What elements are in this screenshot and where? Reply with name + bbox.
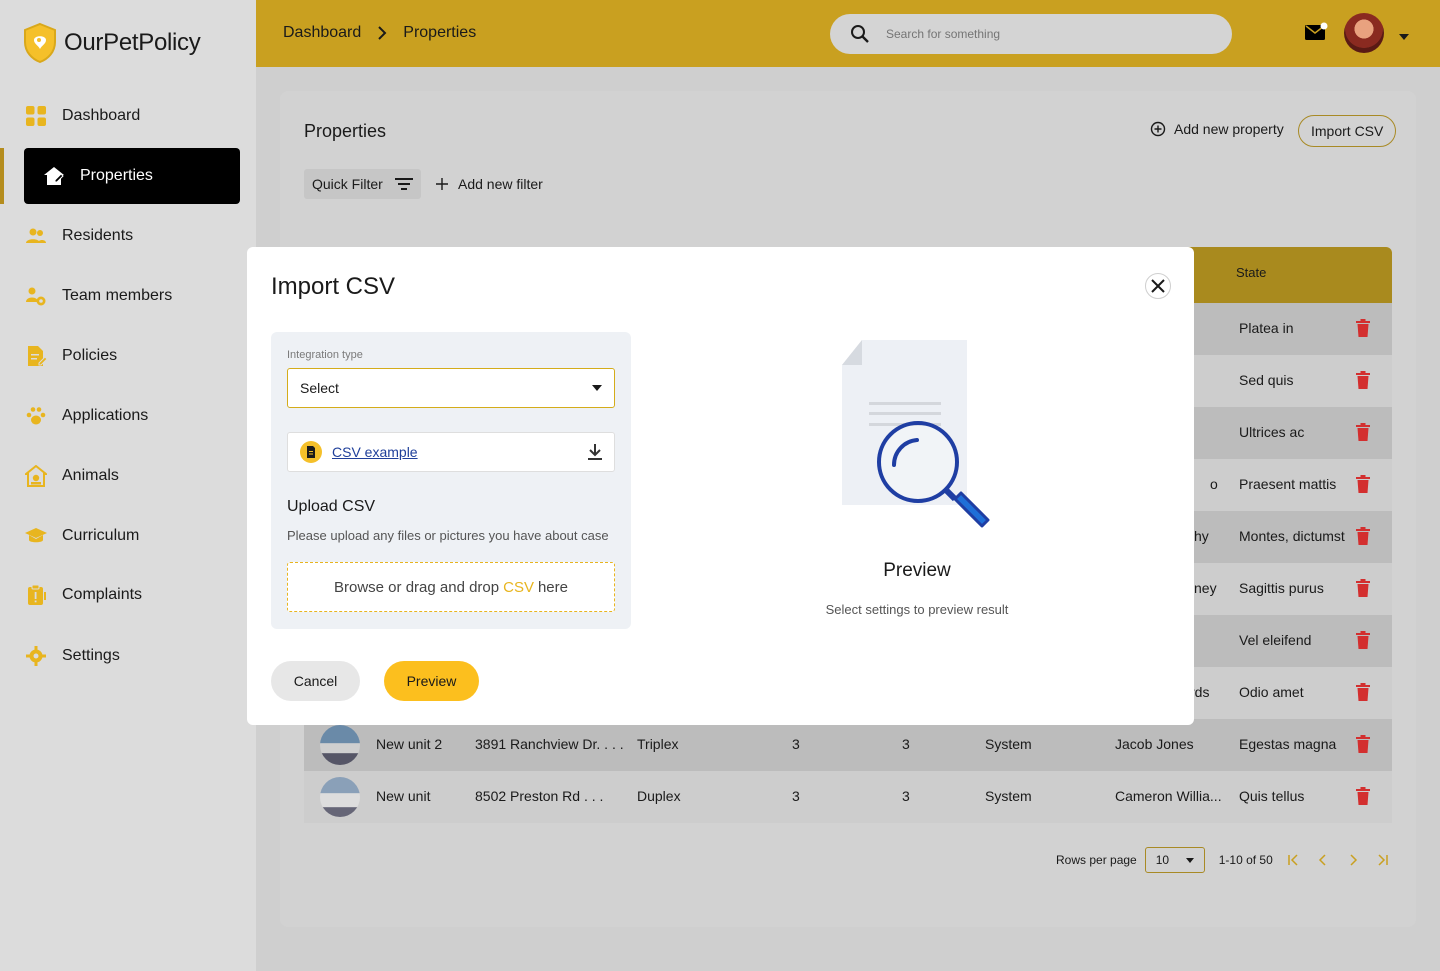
dropzone-text: Browse or drag and drop bbox=[334, 578, 500, 596]
preview-description: Select settings to preview result bbox=[825, 602, 1009, 617]
upload-csv-title: Upload CSV bbox=[287, 498, 376, 515]
document-search-illustration-icon bbox=[842, 340, 990, 528]
upload-csv-description: Please upload any files or pictures you … bbox=[287, 528, 609, 543]
integration-type-value: Select bbox=[300, 380, 339, 396]
download-icon[interactable] bbox=[588, 444, 602, 460]
import-settings-panel: Integration type Select CSV example Uplo… bbox=[271, 332, 631, 629]
dialog-title: Import CSV bbox=[271, 273, 396, 300]
csv-dropzone[interactable]: Browse or drag and drop CSV here bbox=[287, 562, 615, 612]
dropzone-text-suffix: here bbox=[537, 578, 568, 596]
file-icon bbox=[300, 441, 322, 463]
csv-example-row: CSV example bbox=[287, 432, 615, 472]
close-icon bbox=[1151, 279, 1165, 293]
import-csv-dialog: Import CSV Integration type Select CSV e… bbox=[247, 247, 1194, 725]
dropzone-csv-highlight: CSV bbox=[503, 578, 534, 596]
cancel-button[interactable]: Cancel bbox=[271, 661, 360, 701]
close-button[interactable] bbox=[1145, 273, 1171, 299]
csv-example-link[interactable]: CSV example bbox=[332, 444, 418, 460]
integration-type-select[interactable]: Select bbox=[287, 368, 615, 408]
preview-button[interactable]: Preview bbox=[384, 661, 479, 701]
integration-type-label: Integration type bbox=[287, 349, 363, 361]
caret-down-icon bbox=[592, 385, 602, 391]
preview-title: Preview bbox=[883, 560, 951, 581]
